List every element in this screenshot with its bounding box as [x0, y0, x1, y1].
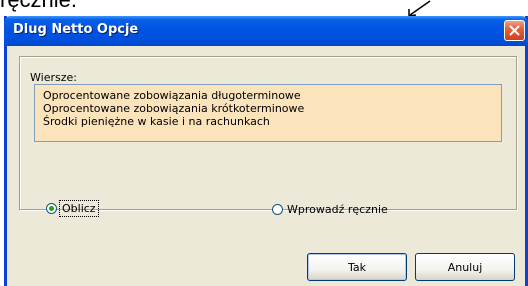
- rows-list[interactable]: Oprocentowane zobowiązania długoterminow…: [34, 84, 502, 142]
- radio-calculate-indicator[interactable]: [46, 203, 57, 214]
- background-caption-text: ręcznie.: [0, 0, 77, 11]
- list-item-long-term-liabilities[interactable]: Oprocentowane zobowiązania długoterminow…: [43, 89, 501, 102]
- ok-button[interactable]: Tak: [307, 253, 407, 281]
- close-button[interactable]: [504, 20, 525, 41]
- radio-manual-indicator[interactable]: [272, 204, 283, 215]
- radio-calculate-label[interactable]: Oblicz: [59, 200, 99, 217]
- title-bar: Dlug Netto Opcje: [4, 16, 528, 46]
- radio-manual-label[interactable]: Wprowadź ręcznie: [287, 203, 388, 216]
- dialog-title: Dlug Netto Opcje: [13, 22, 139, 37]
- list-item-cash[interactable]: Środki pieniężne w kasie i na rachunkach: [43, 115, 501, 128]
- rows-label: Wiersze:: [30, 71, 77, 84]
- cancel-button[interactable]: Anuluj: [415, 253, 515, 281]
- list-item-short-term-liabilities[interactable]: Oprocentowane zobowiązania krótkotermino…: [43, 102, 501, 115]
- radio-calculate[interactable]: Oblicz: [46, 200, 99, 217]
- radio-manual[interactable]: Wprowadź ręcznie: [272, 203, 388, 216]
- close-x-icon: [509, 25, 520, 36]
- options-dialog: Dlug Netto Opcje: [4, 16, 528, 286]
